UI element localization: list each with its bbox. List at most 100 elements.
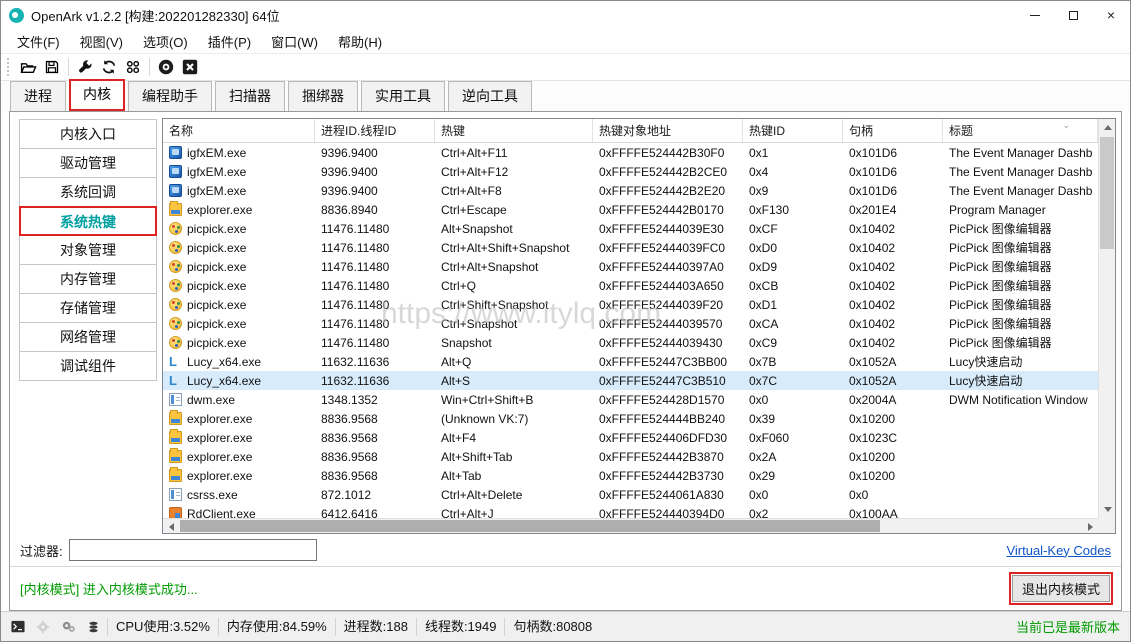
sidebar-item-网络管理[interactable]: 网络管理 [19,322,157,352]
cell-name: dwm.exe [163,390,315,409]
column-header-5[interactable]: 热键ID [743,119,843,142]
sidebar-item-内核入口[interactable]: 内核入口 [19,119,157,149]
cell-hotkey: Ctrl+Snapshot [435,314,593,333]
table-row[interactable]: picpick.exe11476.11480Ctrl+Shift+Snapsho… [163,295,1098,314]
sidebar-item-系统热键[interactable]: 系统热键 [19,206,157,236]
kernel-mode-message: [内核模式] 进入内核模式成功... [20,579,198,598]
sidebar-item-系统回调[interactable]: 系统回调 [19,177,157,207]
cell-hotkey: Ctrl+Alt+Shift+Snapshot [435,238,593,257]
picpick-icon [169,260,182,273]
plugins-grid-icon[interactable] [121,55,145,79]
table-row[interactable]: igfxEM.exe9396.9400Ctrl+Alt+F110xFFFFE52… [163,143,1098,162]
cell-pid: 11476.11480 [315,257,435,276]
table-row[interactable]: igfxEM.exe9396.9400Ctrl+Alt+F80xFFFFE524… [163,181,1098,200]
arrow-up-icon [1104,125,1112,130]
table-row[interactable]: RdClient.exe6412.6416Ctrl+Alt+J0xFFFFE52… [163,504,1098,518]
vertical-scrollbar[interactable] [1098,119,1115,518]
close-button[interactable]: × [1092,1,1130,29]
statusbar-field-5: 句柄数:80808 [504,618,600,636]
vertical-scroll-thumb[interactable] [1100,137,1114,249]
sidebar-item-调试组件[interactable]: 调试组件 [19,351,157,381]
column-header-4[interactable]: 热键对象地址 [593,119,743,142]
stack-icon[interactable] [82,617,104,637]
arrow-right-icon [1088,523,1093,531]
table-row[interactable]: csrss.exe872.1012Ctrl+Alt+Delete0xFFFFE5… [163,485,1098,504]
cell-hotkey: Ctrl+Alt+F11 [435,143,593,162]
cell-pid: 11476.11480 [315,333,435,352]
scroll-right-button[interactable] [1082,519,1098,534]
column-header-1[interactable]: 名称 [163,119,315,142]
tab-编程助手[interactable]: 编程助手 [128,81,212,111]
cell-addr: 0xFFFFE524442B0170 [593,200,743,219]
column-header-3[interactable]: 热键 [435,119,593,142]
refresh-icon[interactable] [97,55,121,79]
column-header-7[interactable]: 标题 [943,119,1098,142]
cell-handle: 0x10402 [843,295,943,314]
picpick-icon [169,298,182,311]
filter-input[interactable] [69,539,317,561]
table-row[interactable]: explorer.exe8836.9568Alt+Shift+Tab0xFFFF… [163,447,1098,466]
table-row[interactable]: dwm.exe1348.1352Win+Ctrl+Shift+B0xFFFFE5… [163,390,1098,409]
console-icon[interactable] [7,617,29,637]
table-row[interactable]: picpick.exe11476.11480Ctrl+Alt+Snapshot0… [163,257,1098,276]
cell-id: 0x39 [743,409,843,428]
save-icon[interactable] [40,55,64,79]
table-row[interactable]: explorer.exe8836.9568Alt+Tab0xFFFFE52444… [163,466,1098,485]
menu-item-p[interactable]: 插件(P) [198,29,261,54]
table-row[interactable]: picpick.exe11476.11480Ctrl+Q0xFFFFE52444… [163,276,1098,295]
virtual-key-codes-link[interactable]: Virtual-Key Codes [1006,543,1111,558]
sidebar-item-存储管理[interactable]: 存储管理 [19,293,157,323]
window-title: OpenArk v1.2.2 [构建:202201282330] 64位 [31,6,280,25]
statusbar-field-3: 进程数:188 [335,618,416,636]
tab-实用工具[interactable]: 实用工具 [361,81,445,111]
table-row[interactable]: explorer.exe8836.9568Alt+F40xFFFFE524406… [163,428,1098,447]
menu-item-f[interactable]: 文件(F) [7,29,70,54]
table-row[interactable]: picpick.exe11476.11480Ctrl+Snapshot0xFFF… [163,314,1098,333]
table-row[interactable]: explorer.exe8836.9568(Unknown VK:7)0xFFF… [163,409,1098,428]
table-row[interactable]: picpick.exe11476.11480Snapshot0xFFFFE524… [163,333,1098,352]
maximize-button[interactable] [1054,1,1092,29]
tab-扫描器[interactable]: 扫描器 [215,81,285,111]
menu-item-h[interactable]: 帮助(H) [328,29,392,54]
sidebar-item-内存管理[interactable]: 内存管理 [19,264,157,294]
scroll-down-button[interactable] [1099,501,1116,518]
cell-addr: 0xFFFFE524442B3870 [593,447,743,466]
horizontal-scroll-thumb[interactable] [180,520,880,532]
table-row[interactable]: igfxEM.exe9396.9400Ctrl+Alt+F120xFFFFE52… [163,162,1098,181]
horizontal-scrollbar[interactable] [163,518,1098,533]
cell-id: 0xD0 [743,238,843,257]
scroll-up-button[interactable] [1099,119,1116,136]
table-row[interactable]: LLucy_x64.exe11632.11636Alt+S0xFFFFE5244… [163,371,1098,390]
table-row[interactable]: explorer.exe8836.8940Ctrl+Escape0xFFFFE5… [163,200,1098,219]
cell-title: PicPick 图像编辑器 [943,219,1098,238]
scroll-left-button[interactable] [163,519,179,534]
window-controls: × [1016,1,1130,29]
exit-kernel-mode-button[interactable]: 退出内核模式 [1012,575,1110,602]
cell-title: PicPick 图像编辑器 [943,314,1098,333]
gear-icon[interactable] [32,617,54,637]
menu-item-o[interactable]: 选项(O) [133,29,198,54]
tab-逆向工具[interactable]: 逆向工具 [448,81,532,111]
tab-捆绑器[interactable]: 捆绑器 [288,81,358,111]
tab-进程[interactable]: 进程 [10,81,66,111]
cell-title [943,428,1098,447]
gears-icon[interactable] [57,617,79,637]
table-row[interactable]: picpick.exe11476.11480Ctrl+Alt+Shift+Sna… [163,238,1098,257]
menu-item-v[interactable]: 视图(V) [70,29,133,54]
column-header-2[interactable]: 进程ID.线程ID [315,119,435,142]
minimize-button[interactable] [1016,1,1054,29]
open-folder-icon[interactable] [16,55,40,79]
cell-addr: 0xFFFFE52444039570 [593,314,743,333]
tab-内核[interactable]: 内核 [69,79,125,111]
sidebar-item-对象管理[interactable]: 对象管理 [19,235,157,265]
kill-x-icon[interactable] [178,55,202,79]
sidebar-item-驱动管理[interactable]: 驱动管理 [19,148,157,178]
menu-item-w[interactable]: 窗口(W) [261,29,328,54]
cell-pid: 9396.9400 [315,181,435,200]
column-header-6[interactable]: 句柄 [843,119,943,142]
table-row[interactable]: LLucy_x64.exe11632.11636Alt+Q0xFFFFE5244… [163,352,1098,371]
wrench-icon[interactable] [73,55,97,79]
kernel-disc-icon[interactable] [154,55,178,79]
cell-title: The Event Manager Dashb [943,181,1098,200]
table-row[interactable]: picpick.exe11476.11480Alt+Snapshot0xFFFF… [163,219,1098,238]
